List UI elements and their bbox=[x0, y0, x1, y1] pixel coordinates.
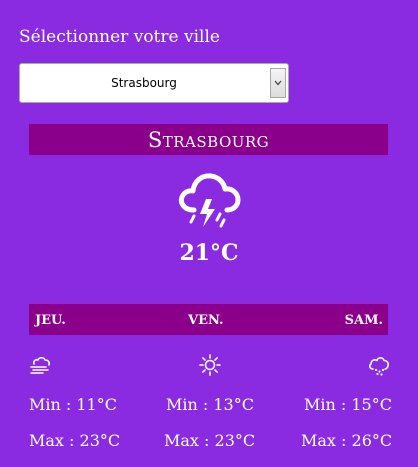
city-select-label: Sélectionner votre ville bbox=[19, 27, 220, 47]
chevron-down-icon bbox=[274, 80, 282, 86]
city-select[interactable]: Strasbourg bbox=[19, 63, 289, 103]
city-select-value: Strasbourg bbox=[111, 76, 177, 90]
forecast-max-1: Max : 23°C bbox=[29, 431, 121, 450]
forecast-day-1: JEU. bbox=[35, 313, 66, 328]
current-temperature: 21°C bbox=[179, 240, 239, 266]
forecast-day-2: VEN. bbox=[188, 313, 224, 328]
forecast-min-2: Min : 13°C bbox=[166, 395, 254, 414]
forecast-min-1: Min : 11°C bbox=[29, 395, 117, 414]
thunderstorm-rain-icon bbox=[178, 173, 241, 228]
forecast-max-2: Max : 23°C bbox=[164, 431, 256, 450]
dropdown-button[interactable] bbox=[270, 68, 286, 98]
forecast-days-bar: JEU. VEN. SAM. bbox=[29, 304, 388, 335]
cloud-wind-icon bbox=[30, 356, 51, 374]
forecast-min-3: Min : 15°C bbox=[304, 395, 392, 414]
cloud-snow-icon bbox=[369, 357, 390, 376]
forecast-day-3: SAM. bbox=[344, 313, 383, 328]
city-banner: Strasbourg bbox=[29, 124, 388, 155]
sun-icon bbox=[199, 354, 221, 376]
forecast-max-3: Max : 26°C bbox=[301, 431, 393, 450]
city-name: Strasbourg bbox=[147, 127, 270, 152]
